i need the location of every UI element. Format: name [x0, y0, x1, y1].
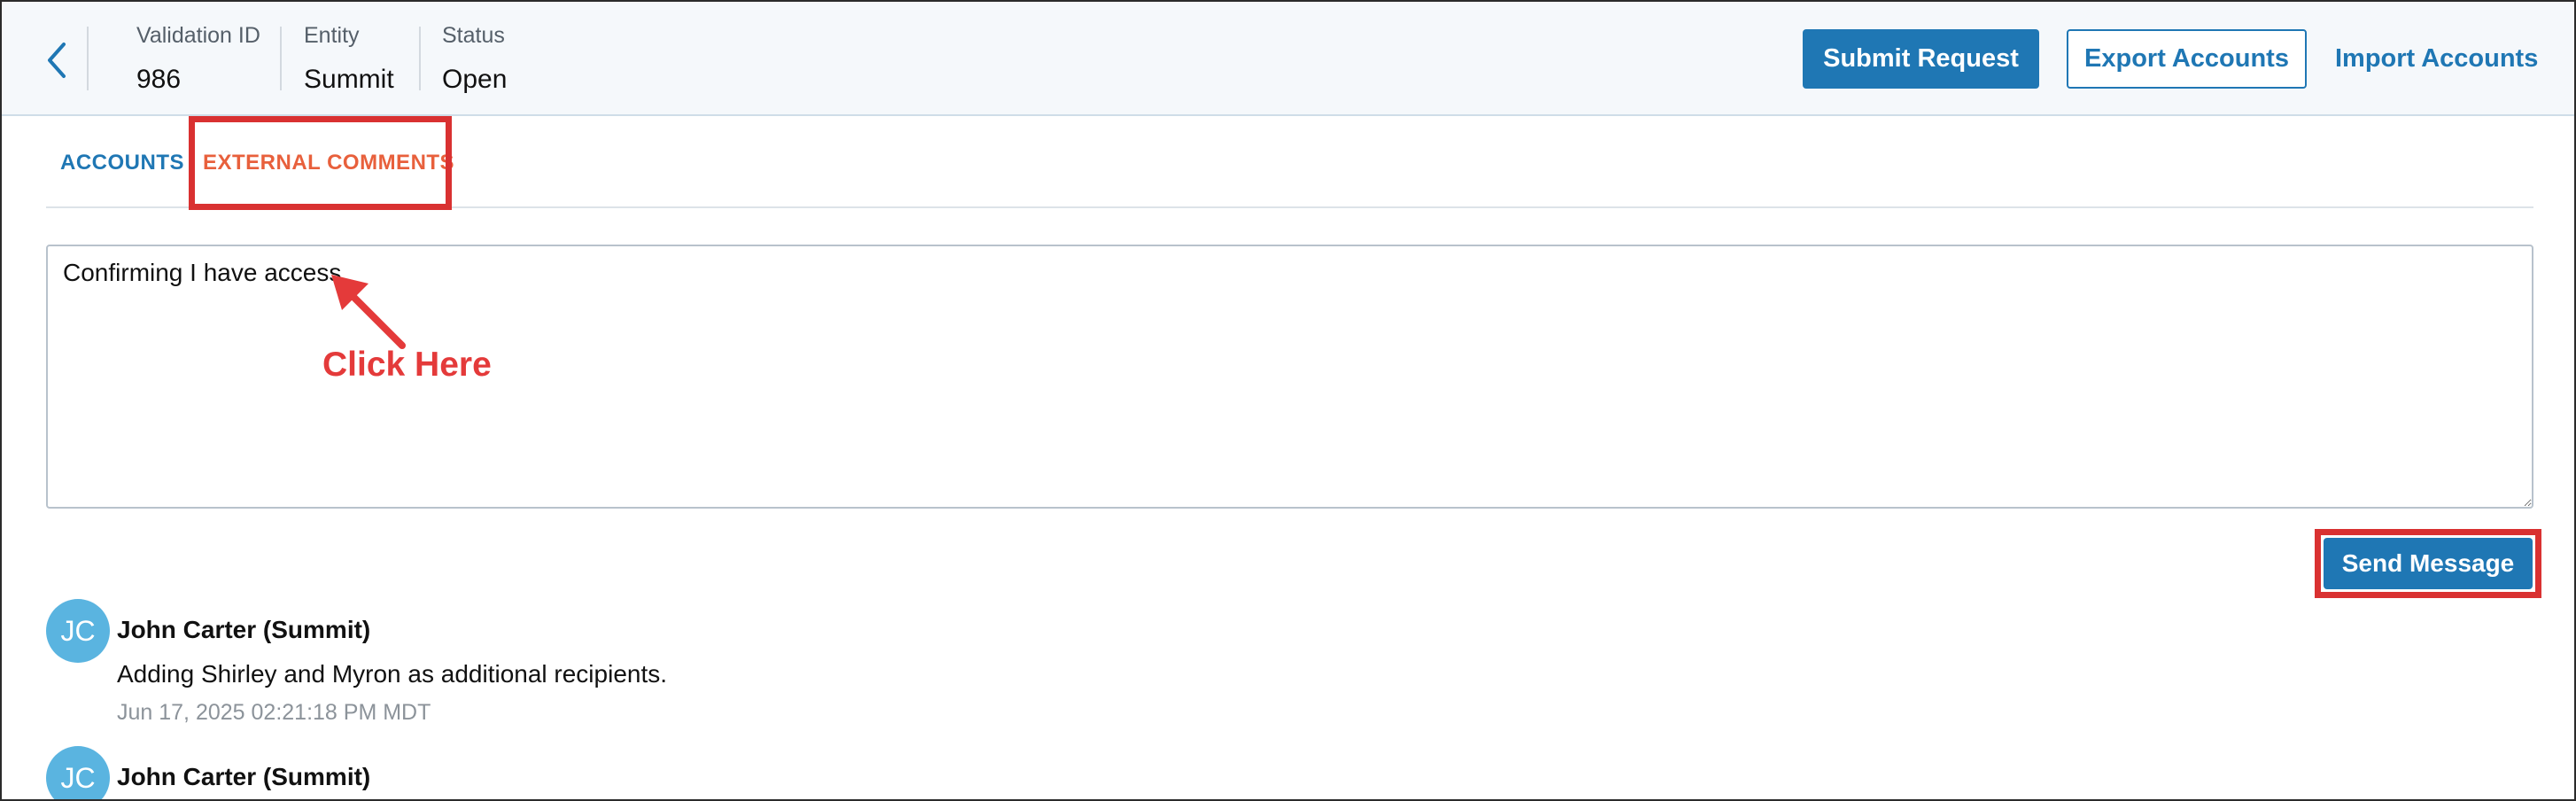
- submit-request-button[interactable]: Submit Request: [1803, 29, 2039, 89]
- validation-id-value: 986: [136, 65, 182, 94]
- status-field: Status Open: [442, 23, 507, 95]
- message-body: Adding Shirley and Myron as additional r…: [117, 660, 668, 688]
- header-divider: [419, 27, 421, 90]
- annotation-label: Click Here: [322, 346, 492, 384]
- validation-id-field: Validation ID 986: [136, 23, 260, 95]
- header-divider: [87, 27, 89, 90]
- message-author: John Carter (Summit): [117, 763, 371, 790]
- chevron-left-icon: [48, 43, 66, 78]
- entity-value: Summit: [304, 65, 394, 94]
- send-message-button[interactable]: Send Message: [2324, 538, 2533, 589]
- tab-highlight-box: [189, 116, 452, 210]
- message-author: John Carter (Summit): [117, 616, 371, 643]
- entity-field: Entity Summit: [304, 23, 394, 95]
- avatar: JC: [46, 599, 110, 663]
- app-window: Validation ID 986 Entity Summit Status O…: [0, 0, 2576, 801]
- entity-label: Entity: [304, 23, 360, 48]
- tab-accounts[interactable]: ACCOUNTS: [60, 151, 184, 175]
- status-value: Open: [442, 65, 508, 94]
- back-button[interactable]: [37, 34, 76, 87]
- header-divider: [280, 27, 282, 90]
- validation-id-label: Validation ID: [136, 23, 260, 48]
- annotation-arrow-icon: [331, 275, 406, 349]
- status-label: Status: [442, 23, 505, 48]
- export-accounts-button[interactable]: Export Accounts: [2067, 29, 2307, 89]
- import-accounts-link[interactable]: Import Accounts: [2335, 44, 2538, 74]
- avatar: JC: [46, 746, 110, 799]
- header-bar: Validation ID 986 Entity Summit Status O…: [2, 2, 2574, 116]
- message-timestamp: Jun 17, 2025 02:21:18 PM MDT: [117, 700, 431, 725]
